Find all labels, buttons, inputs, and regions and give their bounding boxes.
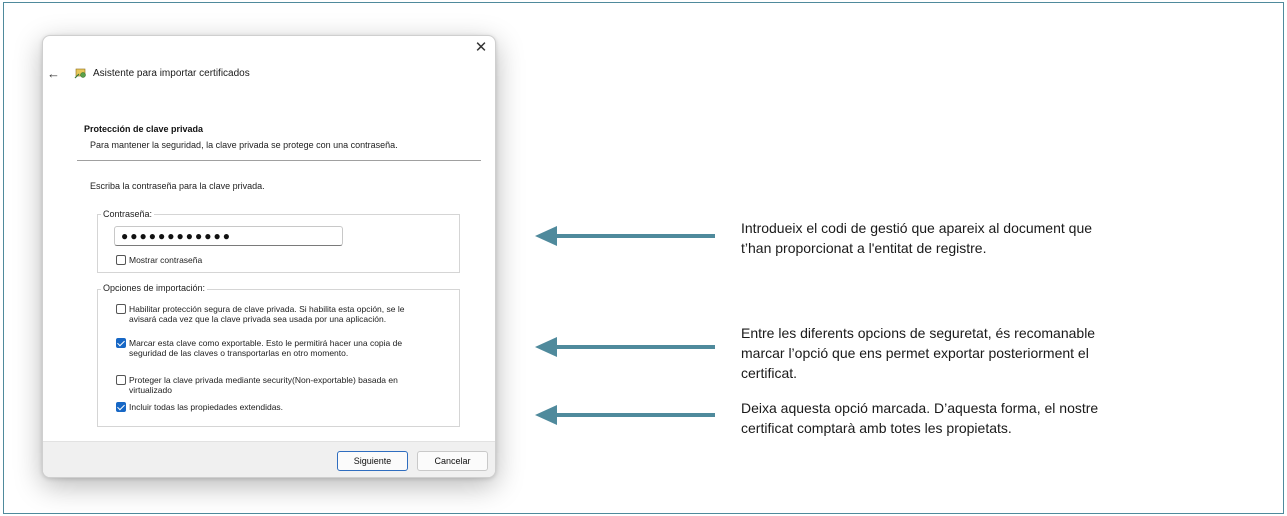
option-checkbox-virtualized[interactable]: [116, 375, 126, 385]
annotation-arrow-icon: [535, 226, 715, 246]
option-label: Incluir todas las propiedades extendidas…: [129, 402, 284, 412]
password-prompt: Escriba la contraseña para la clave priv…: [90, 181, 265, 191]
annotation-arrow-icon: [535, 337, 715, 357]
option-checkbox-exportable[interactable]: [116, 338, 126, 348]
dialog-title: Asistente para importar certificados: [93, 68, 250, 79]
annotation-text: Entre les diferents opcions de seguretat…: [741, 325, 1096, 381]
section-description: Para mantener la seguridad, la clave pri…: [90, 140, 398, 150]
show-password-label: Mostrar contraseña: [129, 255, 203, 265]
show-password-checkbox[interactable]: [116, 255, 126, 265]
back-arrow-icon[interactable]: ←: [47, 67, 61, 81]
section-heading: Protección de clave privada: [84, 124, 204, 134]
header-separator: [77, 160, 481, 161]
annotation-text: Introdueix el codi de gestió que apareix…: [741, 220, 1093, 256]
password-field[interactable]: ●●●●●●●●●●●●: [114, 226, 343, 246]
annotation-arrow-icon: [535, 405, 715, 425]
annotation-text: Deixa aquesta opció marcada. D’aquesta f…: [741, 400, 1099, 436]
password-group-label: Contraseña:: [101, 209, 155, 219]
option-label: Proteger la clave privada mediante secur…: [129, 375, 398, 395]
option-checkbox-extended-properties[interactable]: [116, 402, 126, 412]
cancel-button[interactable]: Cancelar: [417, 451, 488, 471]
certificate-import-dialog: ✕ ← Asistente para importar certificados…: [42, 35, 496, 478]
option-label: Habilitar protección segura de clave pri…: [129, 304, 405, 324]
option-checkbox-secure-protection[interactable]: [116, 304, 126, 314]
option-label: Marcar esta clave como exportable. Esto …: [129, 338, 403, 358]
dialog-footer: Siguiente Cancelar: [43, 441, 495, 477]
close-icon[interactable]: ✕: [473, 40, 489, 56]
next-button[interactable]: Siguiente: [337, 451, 408, 471]
certificate-wizard-icon: [74, 68, 86, 79]
import-options-label: Opciones de importación:: [101, 283, 208, 293]
